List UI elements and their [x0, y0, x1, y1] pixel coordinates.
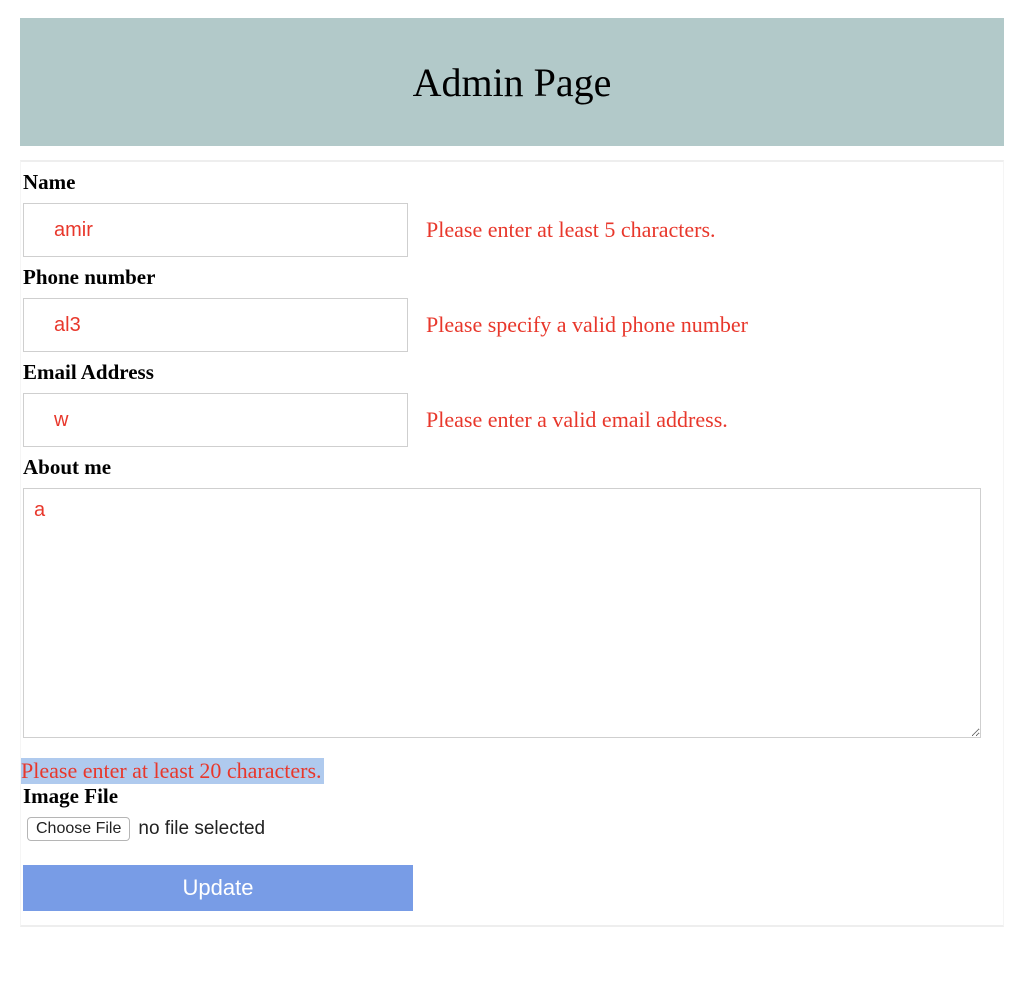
image-group: Image File Choose File no file selected: [21, 784, 1003, 841]
name-input[interactable]: [23, 203, 408, 257]
admin-form: Name Please enter at least 5 characters.…: [20, 160, 1004, 927]
page-header: Admin Page: [20, 18, 1004, 146]
update-button[interactable]: Update: [23, 865, 413, 911]
phone-input[interactable]: [23, 298, 408, 352]
phone-group: Phone number Please specify a valid phon…: [21, 265, 1003, 352]
image-label: Image File: [21, 784, 1003, 809]
choose-file-button[interactable]: Choose File: [27, 817, 130, 841]
name-group: Name Please enter at least 5 characters.: [21, 170, 1003, 257]
about-textarea[interactable]: [23, 488, 981, 738]
page-title: Admin Page: [413, 59, 612, 106]
email-label: Email Address: [21, 360, 1003, 385]
email-group: Email Address Please enter a valid email…: [21, 360, 1003, 447]
about-group: About me Please enter at least 20 charac…: [21, 455, 1003, 784]
about-error: Please enter at least 20 characters.: [21, 758, 324, 784]
name-label: Name: [21, 170, 1003, 195]
email-input[interactable]: [23, 393, 408, 447]
about-label: About me: [21, 455, 1003, 480]
file-status: no file selected: [138, 818, 265, 840]
phone-error: Please specify a valid phone number: [426, 312, 748, 338]
name-error: Please enter at least 5 characters.: [426, 217, 716, 243]
email-error: Please enter a valid email address.: [426, 407, 728, 433]
phone-label: Phone number: [21, 265, 1003, 290]
